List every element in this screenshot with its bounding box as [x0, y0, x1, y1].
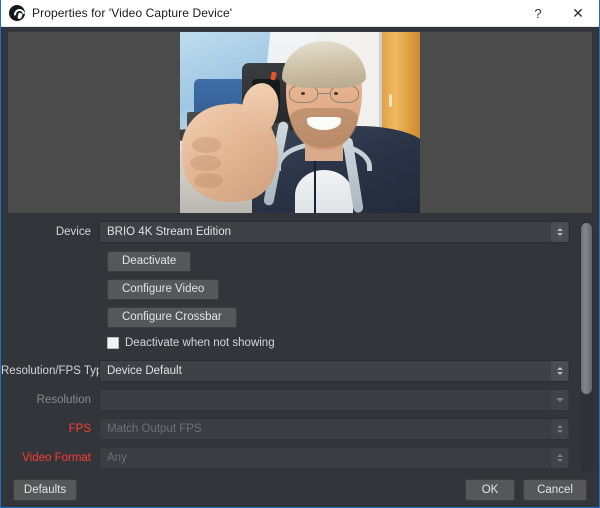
label-device: Device [55, 226, 91, 238]
form-row-video-format: Video Format Any [1, 447, 570, 469]
window-controls: ? ✕ [519, 0, 599, 26]
combobox-video-format-value: Any [107, 452, 127, 464]
dialog-footer: Defaults OK Cancel [1, 473, 599, 507]
label-resolution: Resolution [36, 394, 91, 406]
cancel-button[interactable]: Cancel [523, 479, 587, 501]
properties-dialog: Properties for 'Video Capture Device' ? … [0, 0, 600, 508]
ok-button[interactable]: OK [465, 479, 515, 501]
spinner-arrows-icon[interactable] [551, 361, 568, 381]
form-row-configure-video: Configure Video [1, 278, 570, 300]
label-fps: FPS [68, 423, 91, 435]
form-row-configure-crossbar: Configure Crossbar [1, 306, 570, 328]
combobox-fps: Match Output FPS [99, 418, 570, 440]
spinner-arrows-icon [551, 448, 568, 468]
help-button[interactable]: ? [519, 0, 557, 26]
spinner-arrows-icon [551, 419, 568, 439]
combobox-resolution-fps-type-value: Device Default [107, 365, 182, 377]
properties-form: Device BRIO 4K Stream Edition Deactivate… [1, 213, 599, 473]
deactivate-button[interactable]: Deactivate [107, 250, 192, 272]
combobox-video-format: Any [99, 447, 570, 469]
window-title: Properties for 'Video Capture Device' [32, 6, 233, 20]
video-preview-image [180, 32, 420, 213]
deactivate-when-not-showing-label: Deactivate when not showing [125, 337, 275, 349]
form-scrollbar[interactable] [580, 221, 593, 473]
label-resolution-fps-type: Resolution/FPS Type [1, 365, 109, 377]
combobox-device-value: BRIO 4K Stream Edition [107, 226, 231, 238]
form-row-deactivate: Deactivate [1, 250, 570, 272]
combobox-resolution [99, 389, 570, 411]
form-row-fps: FPS Match Output FPS [1, 418, 570, 440]
deactivate-when-not-showing-checkbox[interactable] [107, 337, 119, 349]
configure-crossbar-button[interactable]: Configure Crossbar [107, 306, 237, 328]
combobox-resolution-fps-type[interactable]: Device Default [99, 360, 570, 382]
label-video-format: Video Format [22, 452, 91, 464]
spinner-arrows-icon[interactable] [551, 222, 568, 242]
combobox-fps-value: Match Output FPS [107, 423, 202, 435]
chevron-down-icon [551, 390, 568, 410]
configure-video-button[interactable]: Configure Video [107, 278, 220, 300]
form-row-resolution-fps-type: Resolution/FPS Type Device Default [1, 360, 570, 382]
defaults-button[interactable]: Defaults [13, 479, 77, 501]
form-row-device: Device BRIO 4K Stream Edition [1, 221, 570, 243]
combobox-device[interactable]: BRIO 4K Stream Edition [99, 221, 570, 243]
title-bar: Properties for 'Video Capture Device' ? … [1, 0, 599, 27]
form-scroll-area: Device BRIO 4K Stream Edition Deactivate… [1, 221, 580, 473]
form-row-resolution: Resolution [1, 389, 570, 411]
obs-logo-icon [9, 5, 25, 21]
scrollbar-thumb[interactable] [581, 223, 592, 395]
deactivate-when-not-showing-row[interactable]: Deactivate when not showing [107, 334, 570, 352]
video-preview-panel [8, 32, 592, 213]
close-button[interactable]: ✕ [557, 0, 599, 26]
